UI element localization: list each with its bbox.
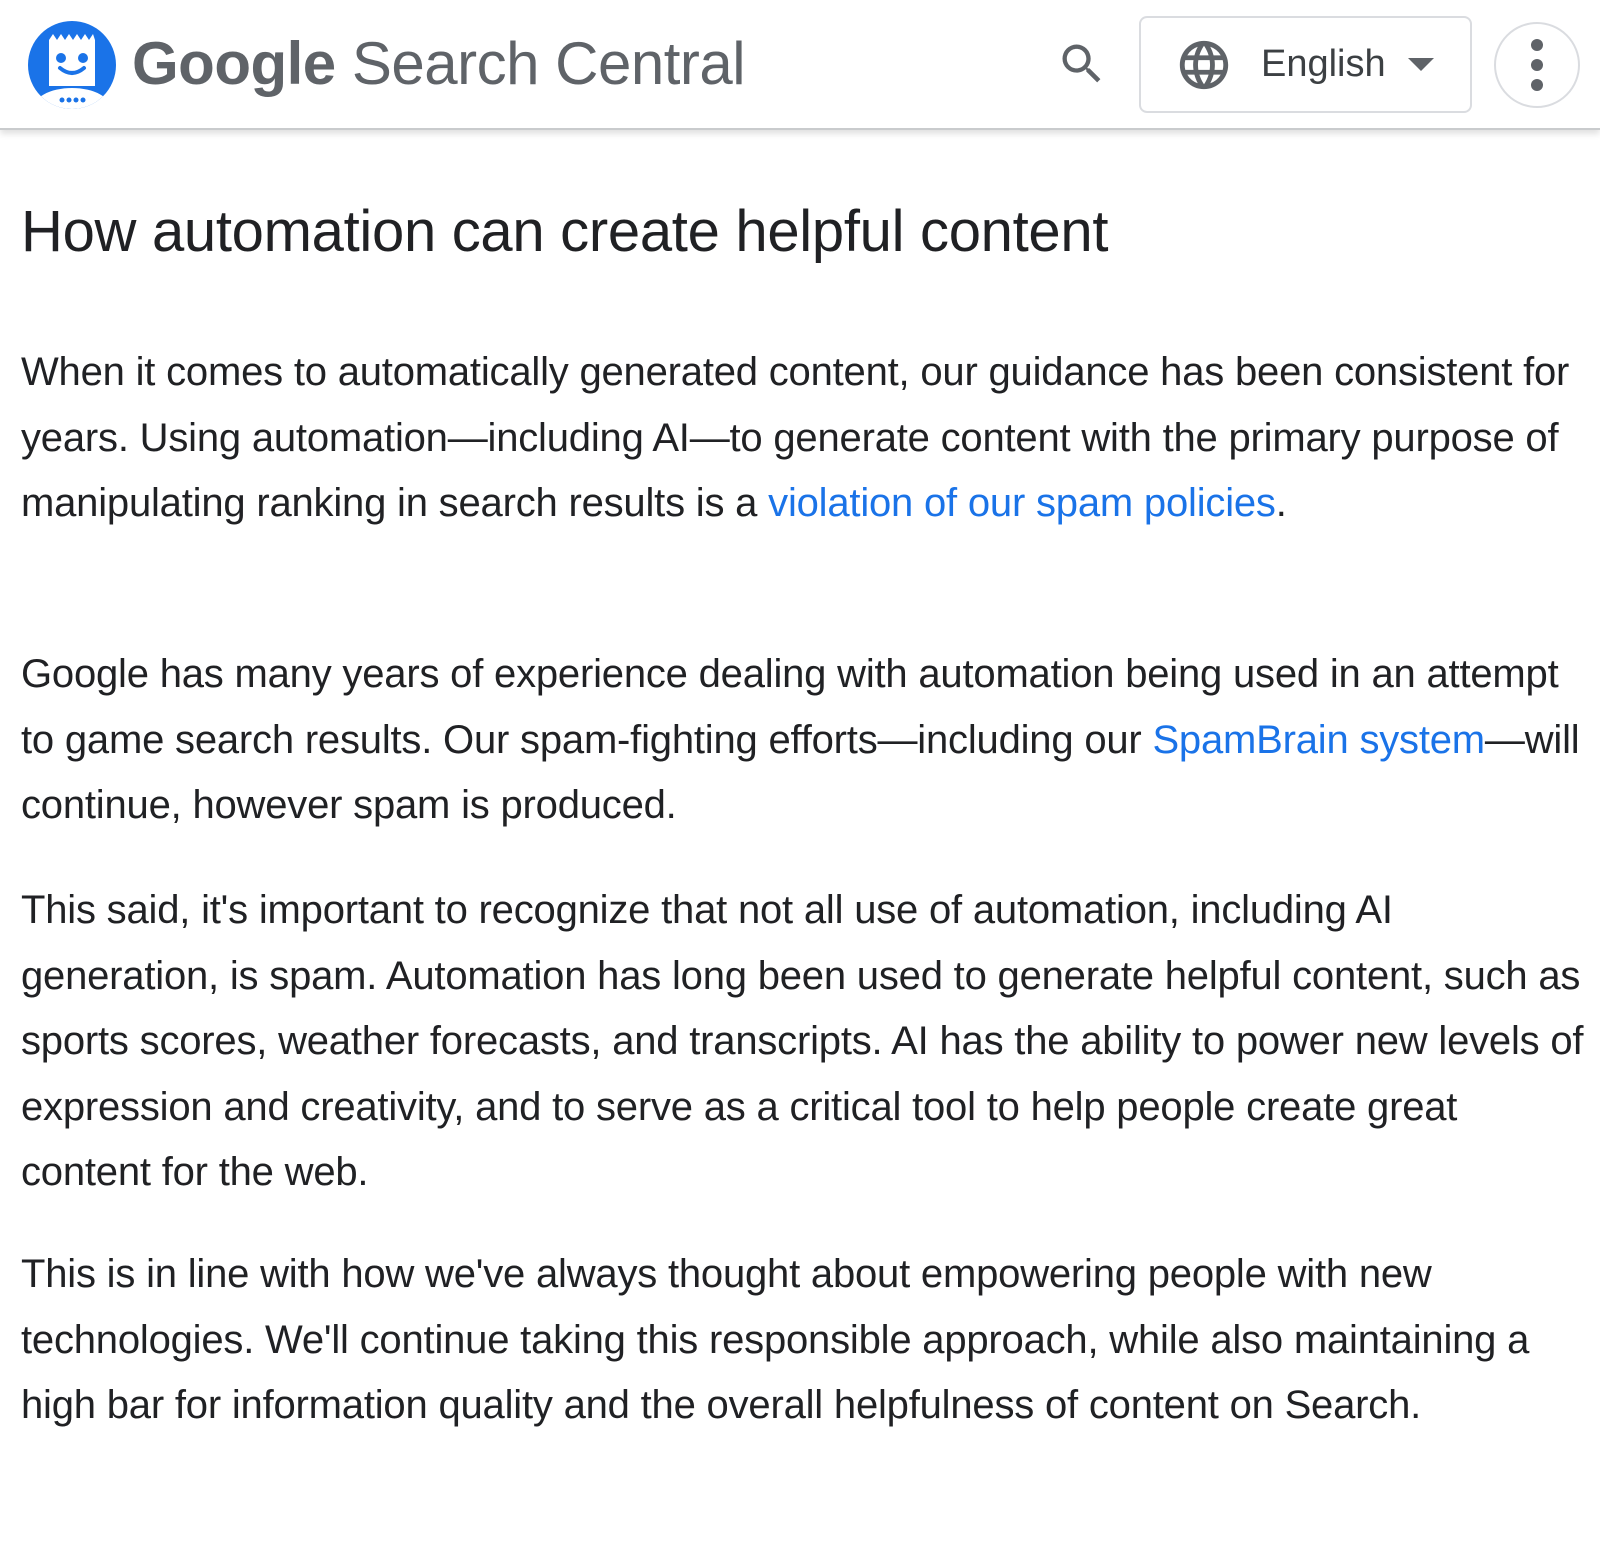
spambrain-system-link[interactable]: SpamBrain system	[1152, 718, 1485, 762]
paragraph-text: .	[1275, 481, 1287, 525]
language-selector[interactable]: English	[1139, 16, 1472, 113]
brand-title[interactable]: Google Search Central	[132, 26, 746, 102]
article: How automation can create helpful conten…	[21, 190, 1591, 1427]
more-vert-icon-dot	[1531, 59, 1543, 71]
paragraph-3: This said, it's important to recognize t…	[21, 888, 1584, 1194]
site-header: Google Search Central English	[0, 0, 1600, 130]
search-button[interactable]	[1052, 34, 1112, 94]
more-vert-icon	[1531, 39, 1543, 51]
language-label: English	[1261, 43, 1386, 85]
paragraph-1: When it comes to automatically generated…	[21, 340, 1591, 537]
paragraph-4: This is in line with how we've always th…	[21, 1252, 1530, 1427]
spam-policies-link[interactable]: violation of our spam policies	[768, 481, 1276, 525]
page-title: How automation can create helpful conten…	[21, 199, 1109, 264]
search-central-robot-logo-icon[interactable]	[27, 20, 117, 110]
more-vert-icon-dot	[1531, 79, 1543, 91]
brand-product: Search Central	[351, 30, 746, 97]
brand-google: Google	[132, 30, 336, 97]
paragraph-2: Google has many years of experience deal…	[21, 642, 1591, 839]
globe-icon	[1179, 40, 1229, 89]
search-icon	[1062, 44, 1101, 83]
caret-down-icon	[1407, 58, 1434, 71]
more-options-button[interactable]	[1494, 22, 1580, 108]
